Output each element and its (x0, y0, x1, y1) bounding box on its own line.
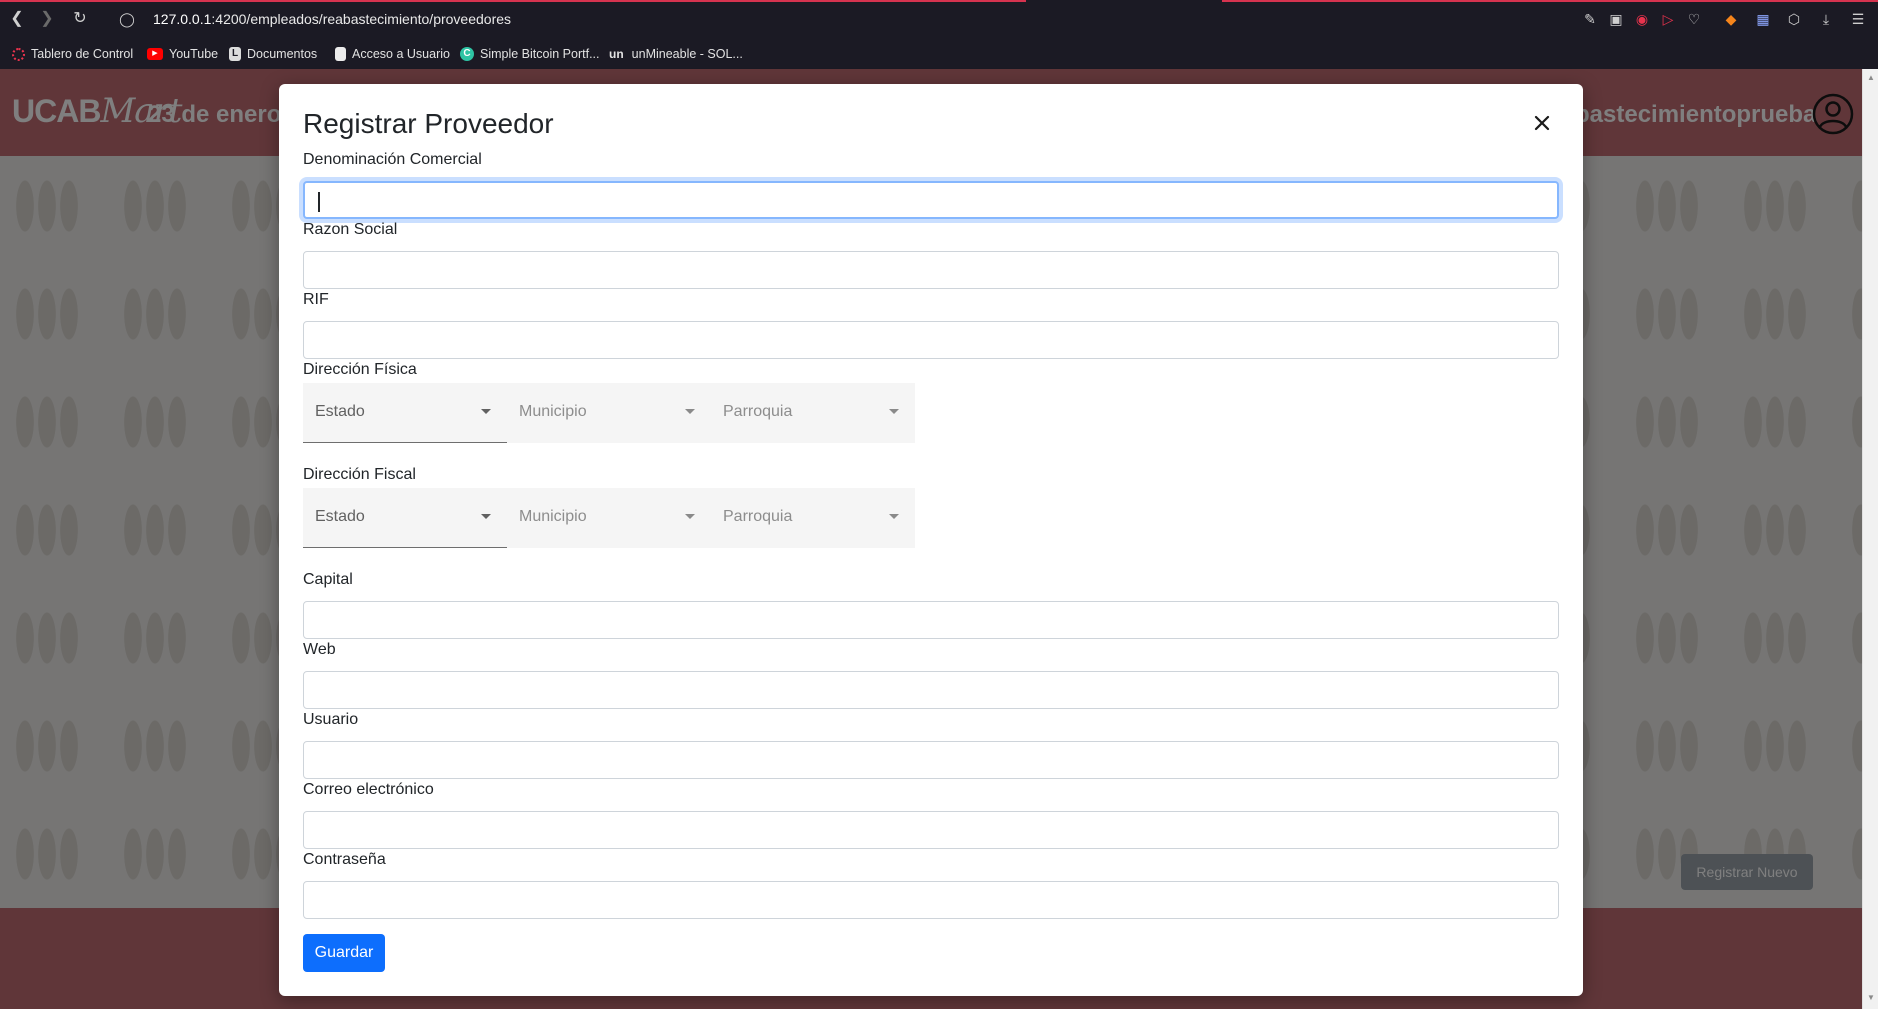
fisica-municipio-select[interactable]: Municipio (507, 383, 711, 443)
youtube-icon: ▶ (147, 48, 163, 60)
back-icon[interactable]: ❮ (6, 8, 28, 30)
bookmark-label: Acceso a Usuario (352, 47, 450, 61)
select-value: Parroquia (723, 403, 793, 420)
dropdown-arrow-icon (685, 514, 695, 519)
bookmark-label: Documentos (247, 47, 318, 61)
address-bar[interactable]: 127.0.0.1:4200/empleados/reabastecimient… (153, 11, 511, 27)
unmineable-icon: un (609, 47, 624, 61)
select-value: Estado (315, 508, 365, 525)
coin-icon: C (460, 47, 474, 61)
scroll-up-icon[interactable]: ▲ (1866, 73, 1876, 82)
dropdown-arrow-icon (481, 409, 491, 414)
fox-icon[interactable]: ◆ (1722, 10, 1740, 28)
bookmark-tablero[interactable]: Tablero de Control (12, 45, 133, 63)
fisica-parroquia-select[interactable]: Parroquia (711, 383, 915, 443)
razon-social-input[interactable] (303, 251, 1559, 289)
bookmark-label: Tablero de Control (31, 47, 134, 61)
dropdown-arrow-icon (889, 514, 899, 519)
heart-icon[interactable]: ♡ (1685, 10, 1703, 28)
scroll-down-icon[interactable]: ▼ (1866, 993, 1876, 1002)
rif-input[interactable] (303, 321, 1559, 359)
forward-icon[interactable]: ❯ (36, 8, 58, 30)
modal-title: Registrar Proveedor (303, 108, 554, 139)
capital-input[interactable] (303, 601, 1559, 639)
denominacion-label: Denominación Comercial (303, 151, 482, 168)
fiscal-parroquia-select[interactable]: Parroquia (711, 488, 915, 548)
contrasena-input[interactable] (303, 881, 1559, 919)
bookmark-label: YouTube (169, 47, 219, 61)
rif-label: RIF (303, 291, 329, 308)
dashboard-icon (12, 47, 25, 61)
capital-label: Capital (303, 571, 353, 588)
url-host: 127.0.0.1 (153, 11, 212, 27)
bookmarks-bar: Tablero de Control ▶ YouTube L Documento… (0, 38, 1878, 69)
select-value: Parroquia (723, 508, 793, 525)
select-value: Estado (315, 403, 365, 420)
menu-icon[interactable]: ☰ (1849, 10, 1867, 28)
correo-label: Correo electrónico (303, 781, 434, 798)
file-icon (335, 47, 346, 61)
register-provider-modal: Registrar Proveedor Denominación Comerci… (279, 84, 1583, 996)
cube-icon[interactable]: ⬡ (1785, 10, 1803, 28)
edit-icon[interactable]: ✎ (1581, 10, 1599, 28)
loading-bar (0, 0, 1026, 2)
extension-icon[interactable]: ▦ (1754, 10, 1772, 28)
bookmark-label: unMineable - SOL... (631, 47, 743, 61)
screenshot-icon[interactable]: ▣ (1607, 10, 1625, 28)
dropdown-arrow-icon (889, 409, 899, 414)
bookmark-documentos[interactable]: L Documentos (229, 45, 317, 63)
text-cursor (318, 192, 320, 212)
contrasena-label: Contraseña (303, 851, 386, 868)
usuario-input[interactable] (303, 741, 1559, 779)
document-icon: L (229, 47, 241, 61)
url-path: :4200/empleados/reabastecimiento/proveed… (211, 11, 512, 27)
correo-input[interactable] (303, 811, 1559, 849)
select-value: Municipio (519, 403, 587, 420)
web-label: Web (303, 641, 336, 658)
shield-icon[interactable]: ◉ (1633, 10, 1651, 28)
direccion-fisica-label: Dirección Física (303, 361, 417, 378)
web-input[interactable] (303, 671, 1559, 709)
dropdown-arrow-icon (685, 409, 695, 414)
bookmark-unmineable[interactable]: un unMineable - SOL... (609, 45, 743, 63)
usuario-label: Usuario (303, 711, 359, 728)
fiscal-estado-select[interactable]: Estado (303, 488, 507, 548)
play-icon[interactable]: ▷ (1659, 10, 1677, 28)
dropdown-arrow-icon (481, 514, 491, 519)
bookmark-label: Simple Bitcoin Portf... (480, 47, 600, 61)
bookmark-youtube[interactable]: ▶ YouTube (147, 45, 218, 63)
reload-icon[interactable]: ↻ (69, 8, 91, 30)
fiscal-municipio-select[interactable]: Municipio (507, 488, 711, 548)
page-scrollbar[interactable]: ▲ ▼ (1862, 69, 1878, 1009)
bookmark-acceso[interactable]: Acceso a Usuario (335, 45, 450, 63)
denominacion-input[interactable] (303, 181, 1559, 219)
download-icon[interactable]: ⤓ (1817, 10, 1835, 28)
site-info-icon[interactable]: ◯ (116, 8, 138, 30)
bookmark-bitcoin[interactable]: C Simple Bitcoin Portf... (460, 45, 600, 63)
save-button[interactable]: Guardar (303, 934, 385, 972)
select-value: Municipio (519, 508, 587, 525)
close-icon[interactable] (1527, 108, 1557, 138)
direccion-fiscal-label: Dirección Fiscal (303, 466, 416, 483)
browser-toolbar: ❮ ❯ ↻ ◯ 127.0.0.1:4200/empleados/reabast… (0, 0, 1878, 38)
loading-bar-segment (1222, 0, 1878, 2)
fisica-estado-select[interactable]: Estado (303, 383, 507, 443)
razon-social-label: Razon Social (303, 221, 398, 238)
